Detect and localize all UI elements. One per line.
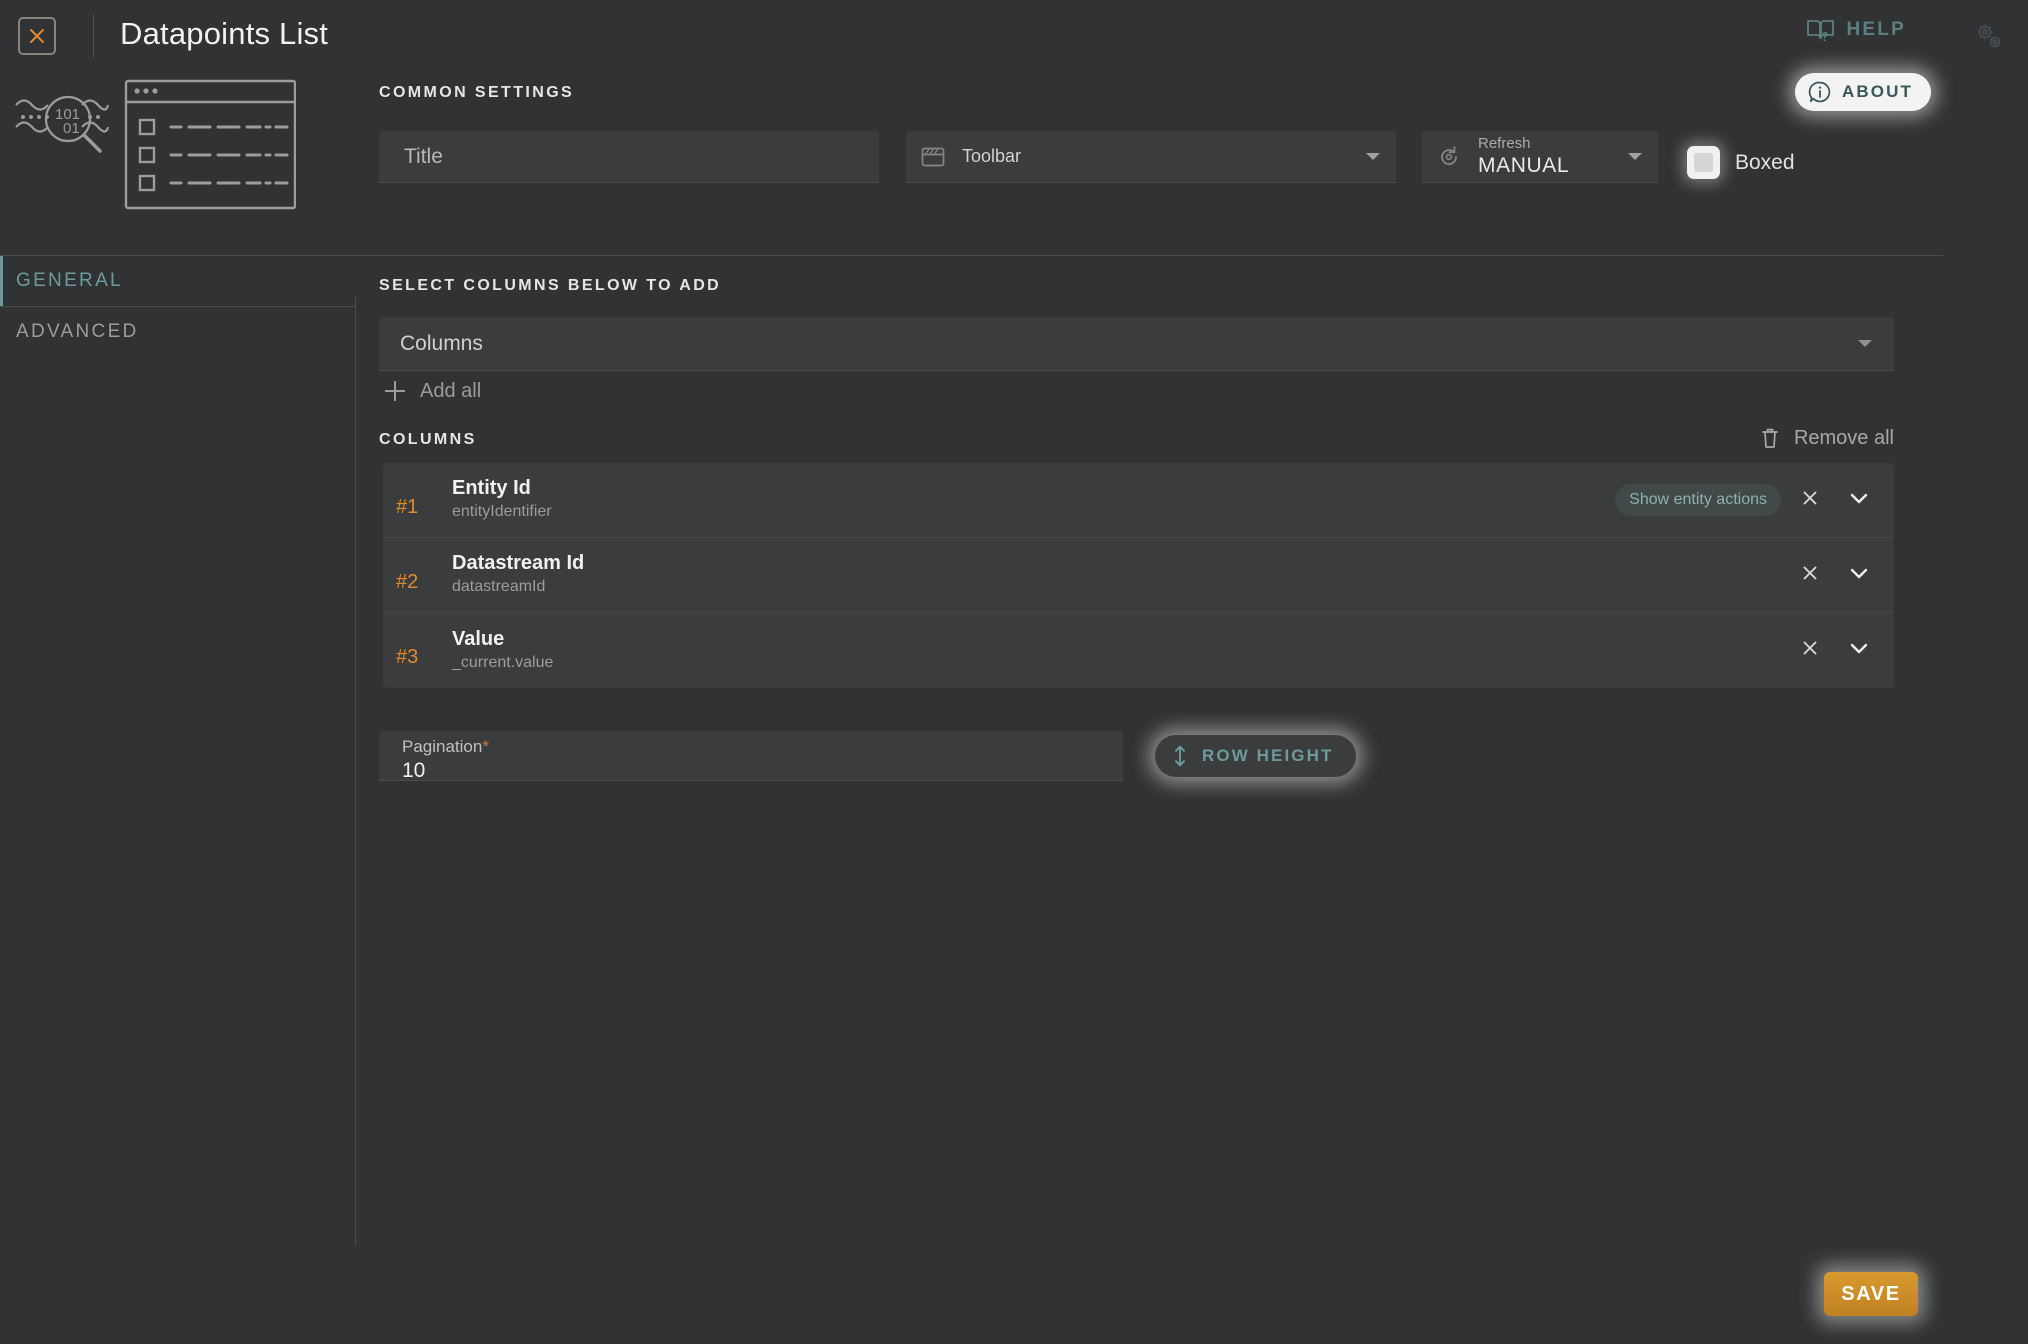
- header-divider: [93, 14, 94, 58]
- pagination-input[interactable]: Pagination* 10: [379, 731, 1123, 783]
- row-key: entityIdentifier: [452, 503, 552, 521]
- close-x-icon: [1803, 641, 1817, 655]
- pagination-value: 10: [402, 759, 426, 783]
- chevron-down-icon: [1850, 643, 1868, 654]
- page-title: Datapoints List: [120, 16, 329, 51]
- title-input[interactable]: Title: [379, 131, 879, 183]
- row-height-button[interactable]: ROW HEIGHT: [1155, 735, 1356, 777]
- save-label: SAVE: [1841, 1282, 1901, 1305]
- row-remove-button[interactable]: [1800, 638, 1820, 663]
- active-indicator: [0, 307, 3, 357]
- row-index: #1: [396, 495, 419, 518]
- columns-placeholder: Columns: [400, 331, 483, 355]
- refresh-field-body: Refresh MANUAL: [1478, 135, 1628, 178]
- sidebar-item-label: ADVANCED: [16, 320, 139, 342]
- row-remove-button[interactable]: [1800, 488, 1820, 513]
- show-entity-actions-chip[interactable]: Show entity actions: [1615, 484, 1781, 516]
- row-expand-button[interactable]: [1848, 563, 1870, 588]
- row-remove-button[interactable]: [1800, 563, 1820, 588]
- chevron-down-icon: [1628, 153, 1642, 160]
- widget-thumbnail: 101 01: [8, 75, 297, 215]
- pagination-label: Pagination*: [402, 737, 1123, 757]
- boxed-checkbox[interactable]: Boxed: [1687, 146, 1795, 179]
- toolbar-window-icon: [921, 147, 945, 166]
- height-arrows-icon: [1175, 745, 1185, 767]
- chevron-down-icon: [1366, 153, 1380, 160]
- row-name: Entity Id: [452, 477, 531, 500]
- columns-label: COLUMNS: [379, 431, 477, 448]
- sidebar-item-advanced[interactable]: ADVANCED: [0, 306, 355, 356]
- close-x-icon: [1803, 566, 1817, 579]
- about-label: ABOUT: [1842, 82, 1913, 101]
- settings-gear-button[interactable]: [1972, 20, 2006, 54]
- close-x-icon: [1803, 491, 1817, 504]
- refresh-value: MANUAL: [1478, 153, 1570, 177]
- toolbar-select[interactable]: Toolbar: [906, 131, 1396, 183]
- remove-all-label: Remove all: [1793, 426, 1894, 449]
- close-x-icon: [30, 29, 44, 43]
- info-bubble-icon: [1808, 81, 1831, 103]
- row-expand-button[interactable]: [1848, 488, 1870, 513]
- sidebar-item-label: GENERAL: [16, 270, 123, 291]
- add-all-label: Add all: [420, 379, 482, 402]
- refresh-label: Refresh: [1478, 134, 1531, 152]
- row-key: datastreamId: [452, 578, 546, 596]
- settings-dialog: Datapoints List HELP ABOUT 101 01 COMMON…: [0, 0, 2028, 1344]
- save-button[interactable]: SAVE: [1824, 1272, 1918, 1316]
- refresh-icon: [1441, 145, 1457, 165]
- row-name: Datastream Id: [452, 552, 585, 575]
- add-all-button[interactable]: Add all: [385, 372, 481, 410]
- checkbox-box[interactable]: [1687, 146, 1720, 179]
- title-placeholder: Title: [404, 144, 443, 168]
- row-index: #3: [396, 646, 419, 668]
- chevron-down-icon: [1850, 568, 1868, 578]
- table-row[interactable]: #2 Datastream Id datastreamId: [383, 538, 1894, 613]
- row-index: #2: [396, 570, 419, 593]
- row-name: Value: [452, 627, 505, 650]
- chevron-down-icon: [1858, 340, 1872, 347]
- active-indicator: [0, 256, 3, 306]
- sidebar-item-general[interactable]: GENERAL: [0, 256, 355, 306]
- row-key: _current.value: [452, 653, 554, 671]
- help-button[interactable]: HELP: [1806, 17, 1906, 43]
- toolbar-label: Toolbar: [962, 146, 1022, 167]
- trash-icon: [1762, 428, 1778, 448]
- svg-text:01: 01: [63, 120, 80, 137]
- sidebar: GENERAL ADVANCED: [0, 256, 355, 1246]
- gears-icon: [1977, 24, 2001, 48]
- select-columns-label: SELECT COLUMNS BELOW TO ADD: [379, 277, 722, 294]
- plus-icon: [385, 381, 405, 401]
- columns-select[interactable]: Columns: [379, 317, 1894, 371]
- toolbar-field-body: Toolbar: [962, 146, 1366, 167]
- row-text: Datastream Id datastreamId: [452, 551, 1800, 598]
- refresh-select[interactable]: Refresh MANUAL: [1422, 131, 1658, 183]
- row-expand-button[interactable]: [1848, 638, 1870, 663]
- columns-list: #1 Entity Id entityIdentifier Show entit…: [383, 463, 1894, 688]
- table-row[interactable]: #3 Value _current.value: [383, 613, 1894, 688]
- sidebar-divider: [355, 296, 356, 1246]
- help-label: HELP: [1846, 19, 1906, 40]
- row-text: Entity Id entityIdentifier: [452, 476, 1615, 523]
- chevron-down-icon: [1850, 493, 1868, 503]
- about-button[interactable]: ABOUT: [1795, 73, 1931, 111]
- dialog-header: Datapoints List HELP: [0, 0, 2028, 72]
- common-settings-label: COMMON SETTINGS: [379, 84, 575, 101]
- boxed-label: Boxed: [1735, 150, 1795, 174]
- row-height-label: ROW HEIGHT: [1202, 746, 1334, 765]
- close-button[interactable]: [18, 17, 56, 55]
- row-text: Value _current.value: [452, 627, 1800, 674]
- remove-all-button[interactable]: Remove all: [1759, 426, 1894, 450]
- pagination-label-text: Pagination: [402, 737, 483, 756]
- table-row[interactable]: #1 Entity Id entityIdentifier Show entit…: [383, 463, 1894, 538]
- book-question-icon: [1806, 20, 1834, 42]
- required-mark: *: [482, 737, 489, 756]
